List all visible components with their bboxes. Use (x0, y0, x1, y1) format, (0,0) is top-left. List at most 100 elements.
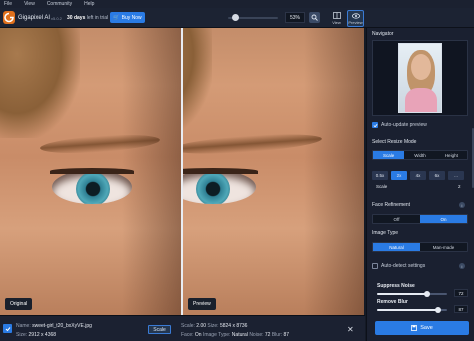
scale-option-custom[interactable]: ... (448, 171, 464, 180)
zoom-search-button[interactable] (309, 12, 320, 23)
scale-option-2x[interactable]: 2x (391, 171, 407, 180)
output-type-label: Image Type: (202, 332, 231, 338)
file-size: 2912 x 4368 (28, 332, 57, 338)
auto-detect-toggle[interactable]: Auto-detect settings (372, 263, 425, 269)
remove-blur-label: Remove Blur (377, 299, 408, 305)
remove-blur-value[interactable]: 87 (454, 305, 468, 313)
scale-value[interactable]: 2 (458, 184, 461, 189)
menu-bar: File View Community Help (0, 0, 474, 8)
buy-now-button[interactable]: 🛒 Buy Now (110, 12, 145, 23)
image-type-man-made[interactable]: Man-made (420, 243, 467, 251)
image-type-natural[interactable]: Natural (373, 243, 420, 251)
preview-button[interactable]: Preview (347, 10, 364, 27)
view-label: View (332, 20, 341, 25)
zoom-value[interactable]: 53% (285, 12, 305, 23)
output-scale-row: Scale: 2.00 Size: 5824 x 8736 (181, 322, 289, 331)
original-label: Original (5, 298, 33, 310)
face-refinement-on[interactable]: On (420, 215, 467, 223)
output-file-info: Scale: 2.00 Size: 5824 x 8736 Face: On I… (181, 322, 289, 340)
nose-shadow (304, 28, 364, 315)
output-type: Natural (231, 332, 248, 338)
file-name-row: Name: sweet-girl_t20_bxXyVE.jpg (16, 322, 92, 331)
output-noise: 72 (264, 332, 271, 338)
menu-community[interactable]: Community (47, 1, 72, 7)
navigator-thumbnail[interactable] (398, 43, 442, 113)
nose-shadow (122, 28, 182, 315)
face-refinement-off[interactable]: Off (373, 215, 420, 223)
resize-mode-width[interactable]: Width (404, 151, 435, 159)
iris (196, 172, 230, 204)
output-noise-label: Noise: (249, 332, 264, 338)
menu-file[interactable]: File (4, 1, 12, 7)
suppress-noise-value[interactable]: 72 (454, 289, 468, 297)
save-button[interactable]: Save (375, 321, 469, 335)
cart-icon: 🛒 (113, 14, 120, 21)
input-file-info: Name: sweet-girl_t20_bxXyVE.jpg Size: 29… (16, 322, 92, 340)
output-size-label: Size: (207, 323, 219, 329)
preview-label-tag: Preview (188, 298, 216, 310)
output-settings-row: Face: On Image Type: Natural Noise: 72 B… (181, 331, 289, 340)
file-info-bar: Name: sweet-girl_t20_bxXyVE.jpg Size: 29… (0, 315, 365, 341)
scale-label: Scale (376, 184, 388, 189)
output-size: 5824 x 8736 (219, 323, 248, 329)
menu-view[interactable]: View (24, 1, 35, 7)
auto-update-checkbox[interactable] (372, 122, 378, 128)
toolbar: Gigapixel AI v5.0.2 30 days left in tria… (0, 8, 474, 28)
resize-mode-title: Select Resize Mode (372, 139, 417, 145)
app-version: v5.0.2 (51, 16, 62, 21)
trial-suffix: left in trial (86, 15, 109, 21)
output-face: On (194, 332, 202, 338)
original-image-pane[interactable] (0, 28, 182, 315)
close-icon[interactable]: ✕ (347, 325, 354, 334)
zoom-slider-handle[interactable] (232, 14, 239, 21)
auto-update-label: Auto-update preview (381, 122, 427, 128)
face-info-icon[interactable]: i (459, 202, 465, 208)
hair-region (182, 28, 212, 138)
trial-days: 30 days (67, 15, 86, 21)
remove-blur-handle[interactable] (434, 307, 441, 313)
file-size-label: Size: (16, 332, 28, 338)
scale-option-0-5x[interactable]: 0.5x (372, 171, 388, 180)
output-scale: 2.00 (196, 323, 207, 329)
suppress-noise-slider[interactable] (377, 291, 447, 297)
settings-sidebar: Navigator Auto-update preview Select Res… (366, 28, 474, 341)
suppress-noise-handle[interactable] (424, 291, 431, 297)
trial-status: 30 days left in trial (67, 15, 108, 21)
search-icon (311, 14, 318, 21)
scale-options: 0.5x 2x 4x 6x ... (372, 171, 464, 180)
scale-button[interactable]: Scale (148, 325, 171, 334)
compare-divider[interactable] (181, 28, 183, 315)
eyelash (182, 168, 258, 174)
preview-label: Preview (348, 19, 363, 25)
remove-blur-slider[interactable] (377, 307, 447, 313)
app-name: Gigapixel AI (18, 15, 51, 21)
resize-mode-scale[interactable]: Scale (373, 151, 405, 159)
file-select-checkbox[interactable] (3, 324, 12, 333)
iris (76, 172, 110, 204)
output-blur-label: Blur: (271, 332, 283, 338)
thumbnail-face (411, 54, 431, 80)
buy-now-label: Buy Now (121, 14, 142, 21)
face-refinement-toggle: Off On (372, 214, 468, 224)
auto-detect-checkbox[interactable] (372, 263, 378, 269)
save-icon (411, 325, 418, 331)
eye (52, 170, 132, 204)
preview-image-pane[interactable] (182, 28, 364, 315)
resize-mode-height[interactable]: Height (436, 151, 467, 159)
image-type-selector: Natural Man-made (372, 242, 468, 252)
hair-region (0, 28, 80, 138)
auto-detect-info-icon[interactable]: i (459, 263, 465, 269)
file-name-label: Name: (16, 323, 31, 329)
scale-option-4x[interactable]: 4x (410, 171, 426, 180)
auto-update-toggle[interactable]: Auto-update preview (372, 122, 427, 128)
view-button[interactable]: View (328, 10, 345, 27)
resize-mode-selector: Scale Width Height (372, 150, 468, 160)
suppress-noise-fill (377, 293, 428, 295)
navigator-title: Navigator (372, 31, 394, 37)
menu-help[interactable]: Help (84, 1, 94, 7)
checkmark-icon (373, 123, 377, 127)
navigator-panel[interactable] (372, 40, 468, 116)
thumbnail-body (405, 88, 437, 112)
output-blur: 87 (283, 332, 290, 338)
scale-option-6x[interactable]: 6x (429, 171, 445, 180)
